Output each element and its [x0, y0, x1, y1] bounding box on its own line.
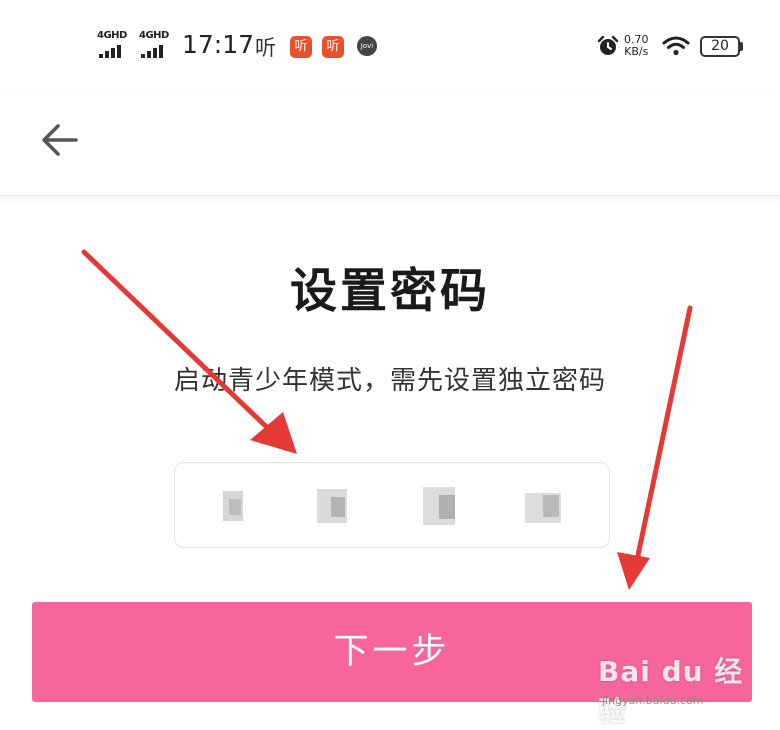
clock: 17:17: [182, 30, 255, 59]
battery-level: 20: [711, 38, 729, 54]
pin-digit-masked: [317, 485, 353, 527]
status-bar: 4GHD 4GHD 17:17 听 听 听 Jovi 0.70 KB/s 20: [0, 0, 780, 90]
speed-unit: KB/s: [624, 45, 649, 58]
annotation-arrow: [617, 305, 693, 590]
nav-bar: [0, 90, 780, 196]
network-type-label: 4GHD: [97, 30, 127, 41]
page-subtitle: 启动青少年模式，需先设置独立密码: [173, 366, 606, 396]
listen-indicator: 听: [255, 36, 276, 60]
pin-digit-masked: [525, 485, 561, 527]
watermark: Bai du 经验 jingyan.baidu.com: [598, 650, 768, 728]
arrow-left-icon: [42, 124, 78, 156]
watermark-logo: Bai du 经验: [598, 655, 744, 728]
battery-icon: 20: [700, 36, 740, 57]
battery-tip: [740, 42, 743, 51]
wifi-icon: [662, 36, 690, 56]
back-button[interactable]: [30, 110, 90, 170]
page-title: 设置密码: [290, 264, 490, 319]
pin-digit-masked: [217, 485, 253, 527]
pin-digit-masked: [423, 485, 459, 527]
alarm-clock-icon: [597, 35, 619, 55]
app-notification-icon: 听: [290, 36, 312, 58]
network-speed: 0.70 KB/s: [624, 34, 649, 58]
network-type-label: 4GHD: [139, 30, 169, 41]
jovi-icon: Jovi: [357, 36, 377, 56]
watermark-url: jingyan.baidu.com: [602, 694, 704, 707]
signal-bars-icon: [99, 44, 129, 58]
signal-bars-icon: [141, 44, 171, 58]
app-notification-icon: 听: [322, 36, 344, 58]
password-input[interactable]: 4: [174, 462, 610, 548]
